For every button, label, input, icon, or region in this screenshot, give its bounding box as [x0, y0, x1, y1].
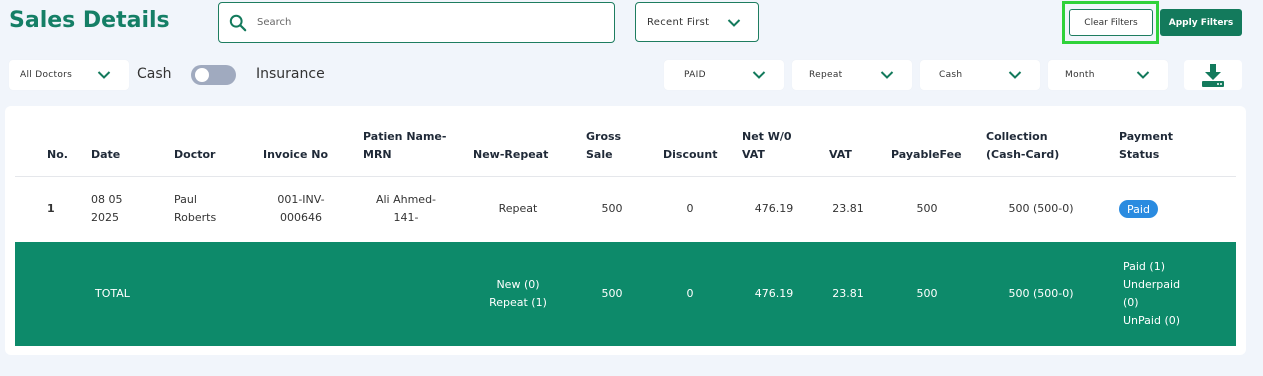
sort-label: Recent First — [647, 16, 710, 28]
cell-doctor-line2: Roberts — [174, 211, 217, 224]
col-gross: Gross Sale — [586, 128, 621, 164]
chevron-down-icon — [752, 71, 766, 79]
insurance-label: Insurance — [256, 66, 325, 82]
total-unpaid: UnPaid (0) — [1123, 314, 1181, 327]
search-input[interactable] — [257, 17, 597, 28]
visit-type-dropdown[interactable]: Repeat — [792, 60, 912, 90]
col-collection: Collection (Cash-Card) — [986, 128, 1059, 164]
col-collection-line2: (Cash-Card) — [986, 148, 1060, 161]
total-label: TOTAL — [95, 287, 130, 300]
cell-invoice: 001-INV- 000646 — [260, 191, 342, 227]
total-paid: Paid (1) — [1123, 260, 1165, 273]
total-collection: 500 (500-0) — [1008, 287, 1074, 300]
total-net: 476.19 — [754, 287, 794, 300]
chevron-down-icon — [97, 71, 111, 79]
total-new-repeat: New (0) Repeat (1) — [472, 276, 564, 312]
cell-new-repeat: Repeat — [498, 202, 538, 215]
total-status-summary: Paid (1) Underpaid (0) UnPaid (0) — [1123, 258, 1180, 330]
period-label: Month — [1065, 70, 1095, 80]
col-patient-line1: Patien Name- — [363, 130, 447, 143]
doctor-dropdown[interactable]: All Doctors — [9, 60, 129, 90]
col-invoice: Invoice No — [263, 148, 328, 161]
total-discount: 0 — [686, 287, 694, 300]
clear-filters-button[interactable]: Clear Filters — [1069, 9, 1153, 36]
cell-collection: 500 (500-0) — [1008, 202, 1074, 215]
chevron-down-icon — [880, 71, 894, 79]
payment-status-dropdown[interactable]: PAID — [664, 60, 784, 90]
cell-date: 08 05 2025 — [91, 191, 123, 227]
cell-date-line2: 2025 — [91, 211, 119, 224]
cell-no: 1 — [47, 202, 55, 215]
col-gross-line1: Gross — [586, 130, 622, 143]
cell-patient-line2: 141- — [393, 211, 419, 224]
status-badge: Paid — [1119, 200, 1158, 218]
cell-payable: 500 — [916, 202, 938, 215]
cell-patient-line1: Ali Ahmed- — [375, 193, 437, 206]
col-new-repeat: New-Repeat — [473, 148, 549, 161]
download-button[interactable] — [1184, 60, 1242, 90]
col-status-line2: Status — [1119, 148, 1160, 161]
col-doctor: Doctor — [174, 148, 216, 161]
col-net: Net W/0 VAT — [742, 128, 792, 164]
period-dropdown[interactable]: Month — [1048, 60, 1168, 90]
cell-vat: 23.81 — [832, 202, 864, 215]
total-vat: 23.81 — [832, 287, 864, 300]
chevron-down-icon — [1008, 71, 1022, 79]
chevron-down-icon — [727, 19, 741, 27]
visit-type-label: Repeat — [809, 70, 843, 80]
page-title: Sales Details — [9, 8, 170, 33]
total-gross: 500 — [601, 287, 623, 300]
cell-invoice-line2: 000646 — [280, 211, 322, 224]
doctor-dropdown-label: All Doctors — [20, 70, 73, 80]
cell-patient: Ali Ahmed- 141- — [360, 191, 452, 227]
cell-doctor: Paul Roberts — [174, 191, 216, 227]
col-vat: VAT — [829, 148, 852, 161]
download-icon — [1202, 64, 1224, 87]
total-underpaid-count: (0) — [1123, 296, 1139, 309]
cell-discount: 0 — [686, 202, 694, 215]
payment-mode-label: Cash — [939, 70, 963, 80]
cell-date-line1: 08 05 — [91, 193, 123, 206]
col-net-line2: VAT — [742, 148, 765, 161]
col-payment-status: Payment Status — [1119, 128, 1173, 164]
chevron-down-icon — [1136, 71, 1150, 79]
cell-doctor-line1: Paul — [174, 193, 197, 206]
payment-mode-dropdown[interactable]: Cash — [920, 60, 1040, 90]
col-status-line1: Payment — [1119, 130, 1174, 143]
cell-gross: 500 — [601, 202, 623, 215]
cell-net: 476.19 — [754, 202, 794, 215]
total-repeat: Repeat (1) — [489, 296, 547, 309]
cash-insurance-toggle[interactable] — [191, 65, 236, 85]
col-discount: Discount — [663, 148, 718, 161]
col-date: Date — [91, 148, 121, 161]
col-net-line1: Net W/0 — [742, 130, 792, 143]
header-divider — [15, 176, 1236, 177]
payment-status-label: PAID — [684, 70, 706, 80]
cash-label: Cash — [137, 66, 172, 82]
search-icon — [229, 14, 247, 31]
col-patient-line2: MRN — [363, 148, 392, 161]
total-payable: 500 — [916, 287, 938, 300]
sort-dropdown[interactable]: Recent First — [635, 2, 759, 42]
col-collection-line1: Collection — [986, 130, 1048, 143]
total-new: New (0) — [496, 278, 540, 291]
col-payable: PayableFee — [891, 148, 962, 161]
total-underpaid: Underpaid — [1123, 278, 1181, 291]
col-no: No. — [47, 148, 68, 161]
search-box[interactable] — [218, 2, 615, 43]
apply-filters-button[interactable]: Apply Filters — [1160, 9, 1242, 36]
col-patient: Patien Name- MRN — [363, 128, 446, 164]
col-gross-line2: Sale — [586, 148, 613, 161]
cell-invoice-line1: 001-INV- — [277, 193, 325, 206]
toggle-knob — [195, 68, 209, 82]
